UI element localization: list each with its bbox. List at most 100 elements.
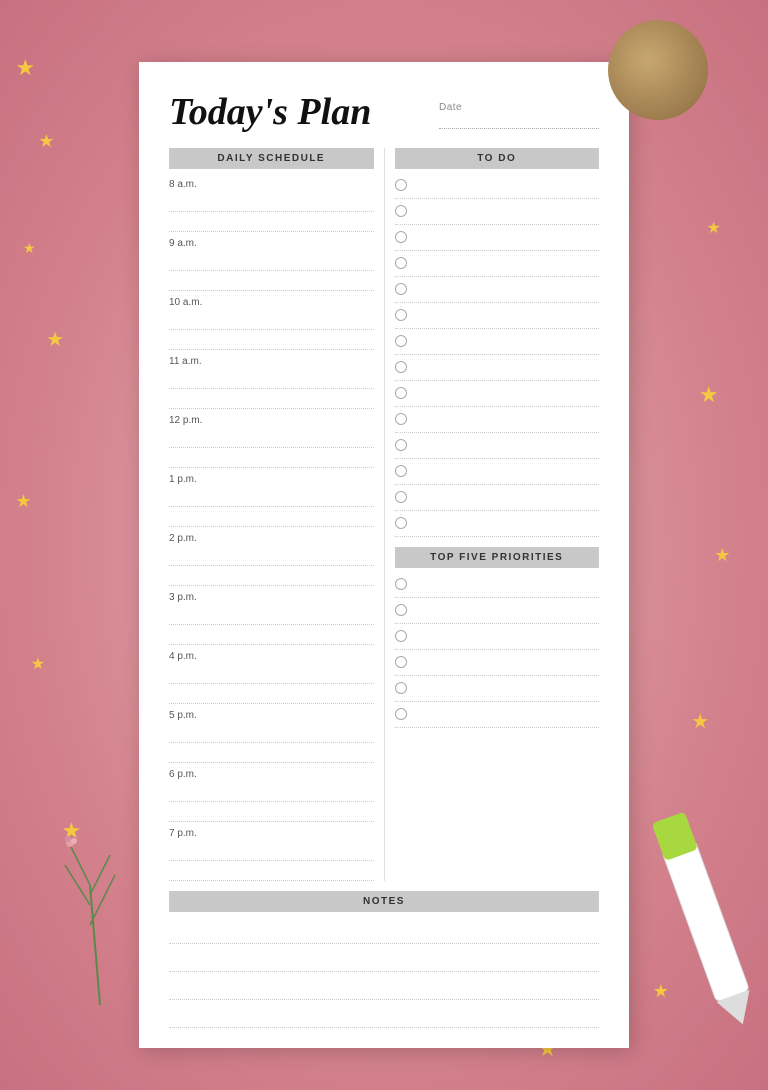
date-line[interactable]: [439, 115, 599, 129]
star-16: ★: [46, 327, 64, 352]
time-12pm: 12 p.m.: [169, 415, 374, 426]
schedule-line-3pm[interactable]: [169, 605, 374, 625]
todo-item-11[interactable]: [395, 433, 600, 459]
schedule-line-11am-2[interactable]: [169, 389, 374, 409]
priority-item-2[interactable]: [395, 598, 600, 624]
priority-text-5[interactable]: [415, 679, 600, 698]
todo-text-7[interactable]: [415, 332, 600, 351]
todo-text-1[interactable]: [415, 176, 600, 195]
schedule-line-4pm-2[interactable]: [169, 684, 374, 704]
todo-checkbox-12[interactable]: [395, 465, 407, 477]
schedule-line-8am-2[interactable]: [169, 212, 374, 232]
schedule-slot-4pm: 4 p.m.: [169, 645, 374, 704]
schedule-line-12pm-2[interactable]: [169, 448, 374, 468]
todo-checkbox-5[interactable]: [395, 283, 407, 295]
todo-text-10[interactable]: [415, 410, 600, 429]
todo-item-6[interactable]: [395, 303, 600, 329]
schedule-line-12pm[interactable]: [169, 428, 374, 448]
notes-header: NOTES: [169, 891, 599, 912]
priority-item-3[interactable]: [395, 624, 600, 650]
notes-line-4[interactable]: [169, 1000, 599, 1028]
schedule-slot-6pm: 6 p.m.: [169, 763, 374, 822]
notes-line-3[interactable]: [169, 972, 599, 1000]
todo-text-11[interactable]: [415, 436, 600, 455]
todo-text-6[interactable]: [415, 306, 600, 325]
priority-item-6[interactable]: [395, 702, 600, 728]
todo-checkbox-13[interactable]: [395, 491, 407, 503]
todo-item-5[interactable]: [395, 277, 600, 303]
schedule-line-8am[interactable]: [169, 192, 374, 212]
todo-checkbox-6[interactable]: [395, 309, 407, 321]
notes-section: NOTES: [169, 891, 599, 1028]
todo-item-2[interactable]: [395, 199, 600, 225]
priority-text-2[interactable]: [415, 601, 600, 620]
todo-checkbox-4[interactable]: [395, 257, 407, 269]
todo-checkbox-1[interactable]: [395, 179, 407, 191]
todo-checkbox-11[interactable]: [395, 439, 407, 451]
priority-item-1[interactable]: [395, 572, 600, 598]
schedule-line-6pm[interactable]: [169, 782, 374, 802]
todo-item-14[interactable]: [395, 511, 600, 537]
todo-text-13[interactable]: [415, 488, 600, 507]
priority-text-4[interactable]: [415, 653, 600, 672]
schedule-line-4pm[interactable]: [169, 664, 374, 684]
notes-line-2[interactable]: [169, 944, 599, 972]
schedule-line-1pm-2[interactable]: [169, 507, 374, 527]
schedule-line-9am-2[interactable]: [169, 271, 374, 291]
todo-item-9[interactable]: [395, 381, 600, 407]
priority-checkbox-1[interactable]: [395, 578, 407, 590]
todo-item-8[interactable]: [395, 355, 600, 381]
schedule-line-10am[interactable]: [169, 310, 374, 330]
todo-item-10[interactable]: [395, 407, 600, 433]
schedule-line-5pm[interactable]: [169, 723, 374, 743]
priority-text-1[interactable]: [415, 575, 600, 594]
todo-text-2[interactable]: [415, 202, 600, 221]
planner-paper: Today's Plan Date DAILY SCHEDULE 8 a.m. …: [139, 62, 629, 1048]
todo-item-7[interactable]: [395, 329, 600, 355]
todo-text-14[interactable]: [415, 514, 600, 533]
todo-checkbox-10[interactable]: [395, 413, 407, 425]
schedule-line-11am[interactable]: [169, 369, 374, 389]
priority-item-5[interactable]: [395, 676, 600, 702]
priority-text-6[interactable]: [415, 705, 600, 724]
todo-item-13[interactable]: [395, 485, 600, 511]
priority-checkbox-3[interactable]: [395, 630, 407, 642]
schedule-line-5pm-2[interactable]: [169, 743, 374, 763]
schedule-line-7pm-2[interactable]: [169, 861, 374, 881]
star-8: ★: [653, 981, 669, 1002]
priority-checkbox-2[interactable]: [395, 604, 407, 616]
schedule-line-9am[interactable]: [169, 251, 374, 271]
todo-item-12[interactable]: [395, 459, 600, 485]
priority-text-3[interactable]: [415, 627, 600, 646]
todo-checkbox-9[interactable]: [395, 387, 407, 399]
todo-checkbox-2[interactable]: [395, 205, 407, 217]
todo-item-1[interactable]: [395, 173, 600, 199]
todo-text-9[interactable]: [415, 384, 600, 403]
schedule-line-2pm[interactable]: [169, 546, 374, 566]
priority-checkbox-5[interactable]: [395, 682, 407, 694]
schedule-line-1pm[interactable]: [169, 487, 374, 507]
schedule-line-3pm-2[interactable]: [169, 625, 374, 645]
priority-item-4[interactable]: [395, 650, 600, 676]
schedule-line-6pm-2[interactable]: [169, 802, 374, 822]
todo-item-4[interactable]: [395, 251, 600, 277]
priority-checkbox-6[interactable]: [395, 708, 407, 720]
schedule-line-7pm[interactable]: [169, 841, 374, 861]
schedule-line-2pm-2[interactable]: [169, 566, 374, 586]
todo-checkbox-7[interactable]: [395, 335, 407, 347]
schedule-slot-5pm: 5 p.m.: [169, 704, 374, 763]
todo-text-3[interactable]: [415, 228, 600, 247]
todo-checkbox-3[interactable]: [395, 231, 407, 243]
todo-text-5[interactable]: [415, 280, 600, 299]
todo-text-4[interactable]: [415, 254, 600, 273]
todo-checkbox-8[interactable]: [395, 361, 407, 373]
todo-text-12[interactable]: [415, 462, 600, 481]
schedule-line-10am-2[interactable]: [169, 330, 374, 350]
todo-checkbox-14[interactable]: [395, 517, 407, 529]
priority-checkbox-4[interactable]: [395, 656, 407, 668]
star-0: ★: [15, 55, 35, 81]
notes-line-1[interactable]: [169, 916, 599, 944]
todo-text-8[interactable]: [415, 358, 600, 377]
time-1pm: 1 p.m.: [169, 474, 374, 485]
todo-item-3[interactable]: [395, 225, 600, 251]
